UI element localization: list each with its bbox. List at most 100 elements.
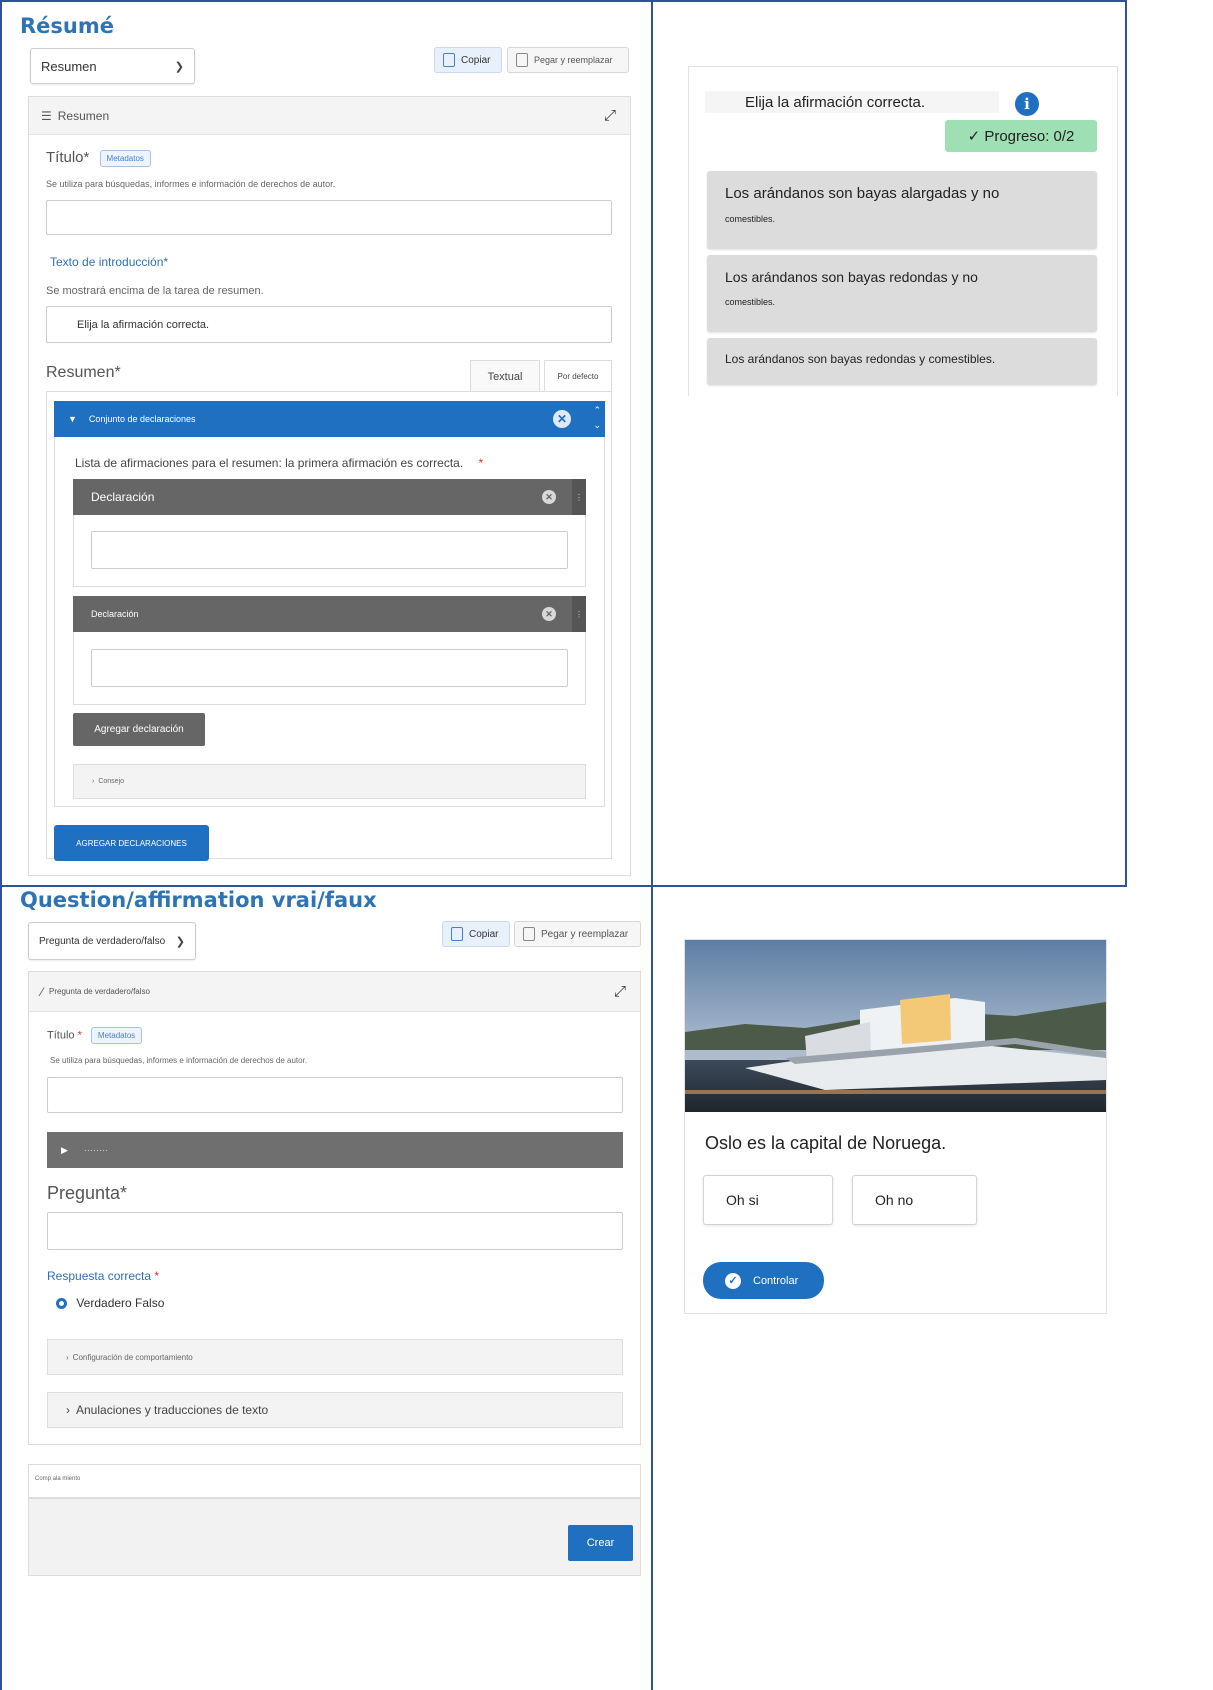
required-star: * xyxy=(154,1269,160,1283)
required-star: * xyxy=(77,1029,82,1042)
progress-badge: ✓ Progreso: 0/2 xyxy=(945,120,1097,152)
answer-option-2[interactable]: Los arándanos son bayas redondas y no co… xyxy=(707,255,1097,332)
table-divider-horizontal xyxy=(0,885,1127,887)
correct-answer-label: Respuesta correcta * xyxy=(47,1269,159,1283)
footer-actions xyxy=(28,1498,641,1576)
summary-label: Resumen* xyxy=(46,364,121,381)
statement-input-1[interactable] xyxy=(91,531,568,569)
statement-header-2[interactable]: Declaración ✕ ⋮ xyxy=(73,596,586,632)
paste-icon xyxy=(516,53,528,67)
tf-title-input[interactable] xyxy=(47,1077,623,1113)
panel-header: ☰ Resumen ⤢ xyxy=(29,97,630,135)
title-input[interactable] xyxy=(46,200,612,235)
caret-right-icon: › xyxy=(66,1352,69,1362)
oslo-opera-image xyxy=(685,940,1106,1112)
footer-label: Comp ala miento xyxy=(35,1476,81,1482)
correct-answer-radio[interactable]: Verdadero Falso xyxy=(56,1296,164,1310)
answer-text-2: Los arándanos son bayas redondas y no xyxy=(725,269,978,285)
close-circle-icon[interactable]: ✕ xyxy=(542,490,556,504)
title-label: Título* Metadatos xyxy=(46,149,151,167)
content-type-value: Resumen xyxy=(41,58,97,74)
tf-copy-button[interactable]: Copiar xyxy=(442,921,510,947)
expand-icon[interactable]: ⤢ xyxy=(614,983,626,1000)
statement-label-2: Declaración xyxy=(91,609,139,619)
summary-intro: Elija la afirmación correcta. xyxy=(705,91,999,113)
add-statement-button[interactable]: Agregar declaración xyxy=(73,713,205,746)
intro-label: Texto de introducción* xyxy=(50,255,169,269)
paste-icon xyxy=(523,927,535,941)
behaviour-settings[interactable]: › Configuración de comportamiento xyxy=(47,1339,623,1375)
tf-content-type-value: Pregunta de verdadero/falso xyxy=(39,935,166,947)
chevron-down-icon: ❯ xyxy=(174,60,184,73)
copy-label: Copiar xyxy=(461,54,491,66)
section-title-truefalse: Question/affirmation vrai/faux xyxy=(20,888,377,912)
create-button[interactable]: Crear xyxy=(568,1525,633,1561)
false-button[interactable]: Oh no xyxy=(852,1175,977,1225)
expand-icon[interactable]: ⤢ xyxy=(604,107,616,124)
check-button[interactable]: ✓ Controlar xyxy=(703,1262,824,1299)
drag-handle-icon[interactable]: ⋮ xyxy=(572,479,586,515)
tf-paste-label: Pegar y reemplazar xyxy=(541,928,629,940)
paste-replace-button[interactable]: Pegar y reemplazar xyxy=(507,47,629,73)
close-circle-icon[interactable]: ✕ xyxy=(542,607,556,621)
title-help: Se utiliza para búsquedas, informes e in… xyxy=(46,179,336,189)
copy-icon xyxy=(443,53,455,67)
add-statements-button[interactable]: AGREGAR DECLARACIONES xyxy=(54,825,209,861)
correct-answer-text: Respuesta correcta xyxy=(47,1269,152,1283)
reorder-icon[interactable]: ⌃ ⌄ xyxy=(593,403,601,433)
paste-label: Pegar y reemplazar xyxy=(534,55,613,65)
caret-right-icon: › xyxy=(66,1403,70,1417)
check-label: Controlar xyxy=(753,1274,799,1287)
tf-paste-replace-button[interactable]: Pegar y reemplazar xyxy=(514,921,641,947)
tf-content-type-select[interactable]: Pregunta de verdadero/falso ❯ xyxy=(28,922,196,960)
behaviour-label: Configuración de comportamiento xyxy=(72,1352,193,1362)
list-icon: ☰ xyxy=(41,108,52,123)
close-circle-icon[interactable]: ✕ xyxy=(553,410,571,428)
statement-header-1[interactable]: Declaración ✕ ⋮ xyxy=(73,479,586,515)
info-icon[interactable]: i xyxy=(1015,92,1039,116)
drag-handle-icon[interactable]: ⋮ xyxy=(572,596,586,632)
tab-textual[interactable]: Textual xyxy=(470,360,540,392)
answer-option-1[interactable]: Los arándanos son bayas alargadas y no c… xyxy=(707,171,1097,249)
check-icon: ✓ xyxy=(725,1272,741,1289)
table-divider-vertical xyxy=(651,0,653,1690)
tf-title-label: Título * Metadatos xyxy=(47,1027,143,1044)
footer-row: Comp ala miento xyxy=(28,1464,641,1498)
content-type-select[interactable]: Resumen ❯ xyxy=(30,48,195,84)
chevron-down-icon: ❯ xyxy=(175,935,185,948)
tf-copy-label: Copiar xyxy=(469,928,499,940)
copy-button[interactable]: Copiar xyxy=(434,47,502,73)
true-button[interactable]: Oh si xyxy=(703,1175,833,1225)
caret-down-icon: ▼ xyxy=(68,414,77,424)
tip-collapsible[interactable]: › Consejo xyxy=(73,764,586,799)
answer-subtext-1: comestibles. xyxy=(725,214,776,224)
table-border-top xyxy=(0,0,1127,2)
intro-input[interactable]: Elija la afirmación correcta. xyxy=(46,306,612,343)
caret-right-icon: › xyxy=(92,778,95,785)
statement-label-1: Declaración xyxy=(91,490,155,504)
section-title-resume: Résumé xyxy=(20,14,114,38)
metadata-button[interactable]: Metadatos xyxy=(99,149,151,167)
tf-panel-header: ⁄ Pregunta de verdadero/falso ⤢ xyxy=(29,972,640,1012)
tab-default[interactable]: Por defecto xyxy=(544,360,612,392)
list-label-text: Lista de afirmaciones para el resumen: l… xyxy=(75,456,464,470)
tf-panel-title: Pregunta de verdadero/falso xyxy=(49,987,150,996)
group-label: Conjunto de declaraciones xyxy=(88,414,196,424)
answer-text-3: Los arándanos son bayas redondas y comes… xyxy=(725,352,996,366)
answer-option-3[interactable]: Los arándanos son bayas redondas y comes… xyxy=(707,338,1097,385)
text-overrides[interactable]: › Anulaciones y traducciones de texto xyxy=(47,1392,623,1428)
table-border-right xyxy=(1125,0,1127,887)
question-label: Pregunta* xyxy=(47,1183,128,1203)
question-input[interactable] xyxy=(47,1212,623,1250)
statement-input-2[interactable] xyxy=(91,649,568,687)
tf-metadata-button[interactable]: Metadatos xyxy=(90,1027,143,1044)
true-false-icon: ⁄ xyxy=(41,984,44,999)
required-star: * xyxy=(478,456,484,470)
statements-group-header[interactable]: ▼ Conjunto de declaraciones ✕ ⌃ ⌄ xyxy=(54,401,605,437)
overrides-label: Anulaciones y traducciones de texto xyxy=(76,1403,269,1417)
answer-text-1: Los arándanos son bayas alargadas y no xyxy=(725,185,1000,202)
media-group-header[interactable]: ▶ ········ xyxy=(47,1132,623,1168)
tf-question: Oslo es la capital de Noruega. xyxy=(705,1133,947,1153)
opera-house-illustration xyxy=(685,940,1106,1112)
radio-selected-icon[interactable] xyxy=(56,1298,67,1310)
